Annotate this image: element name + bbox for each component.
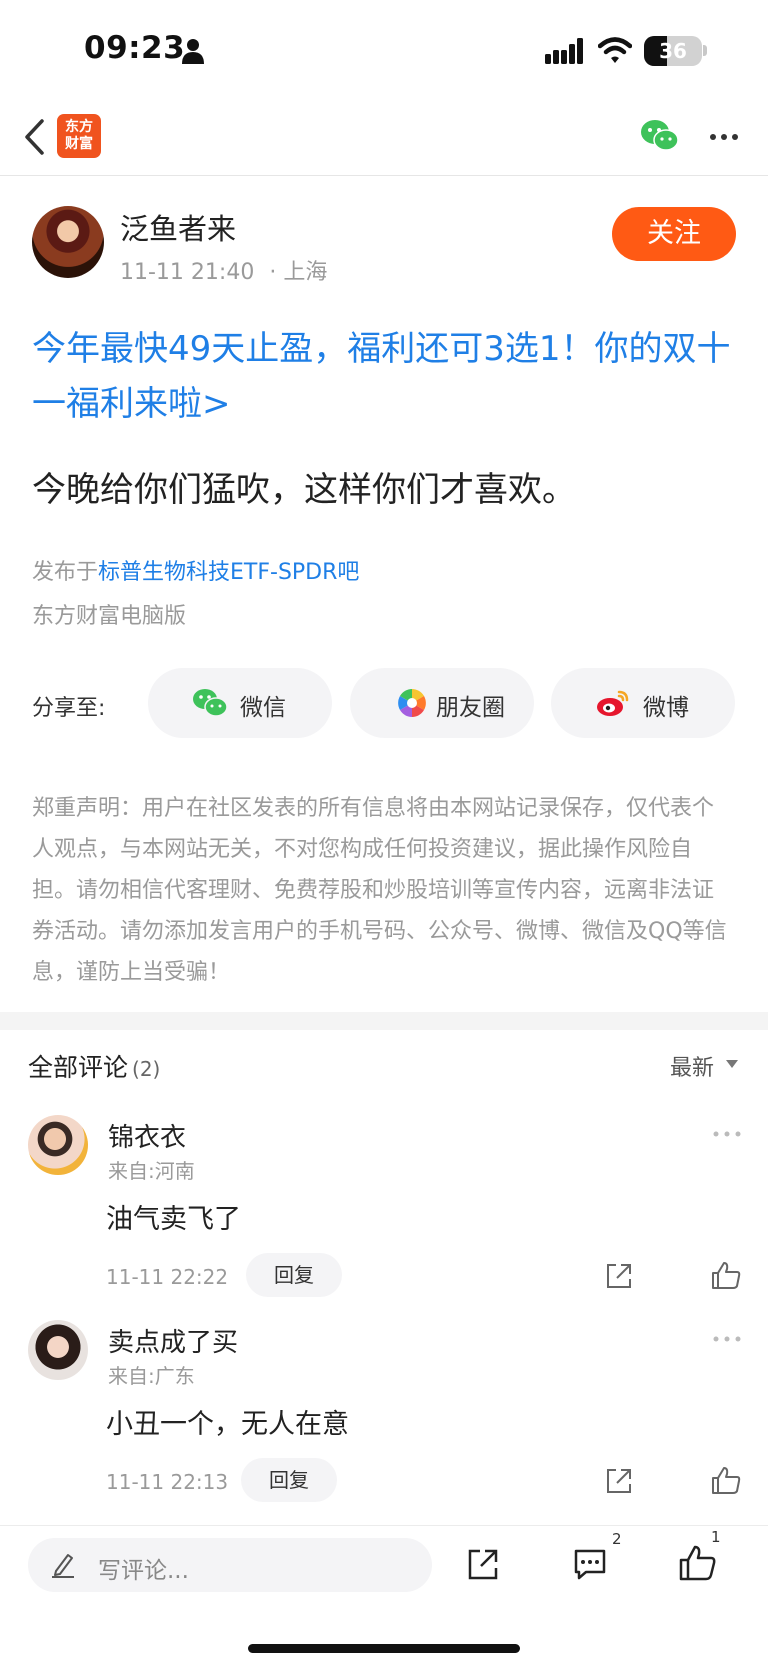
comment-text: 小丑一个，无人在意	[106, 1409, 349, 1440]
post-meta: 11-11 21:40 · 上海	[120, 254, 327, 286]
battery-indicator: 36	[644, 36, 702, 66]
share-wechat-label: 微信	[240, 695, 286, 721]
share-weibo-label: 微博	[643, 695, 689, 721]
bottom-action-bar: 写评论... 2 1	[0, 1525, 768, 1667]
wechat-icon	[193, 689, 228, 717]
more-options-icon[interactable]	[712, 1334, 742, 1344]
like-count-badge: 1	[711, 1528, 721, 1546]
more-options-icon[interactable]	[708, 122, 740, 152]
thumbs-up-icon[interactable]	[678, 1542, 716, 1582]
post-datetime: 11-11 21:40	[120, 260, 255, 285]
author-name[interactable]: 泛鱼者来	[120, 206, 236, 248]
share-weibo-button[interactable]: 微博	[551, 668, 735, 738]
comments-count: (2)	[132, 1057, 161, 1081]
caret-down-icon[interactable]	[726, 1060, 738, 1068]
app-logo: 东方 财富	[57, 114, 101, 158]
sort-dropdown[interactable]: 最新	[670, 1050, 714, 1082]
reply-button[interactable]: 回复	[241, 1458, 337, 1502]
post-content: 今晚给你们猛吹，这样你们才喜欢。	[32, 470, 576, 510]
comment-input[interactable]: 写评论...	[28, 1538, 432, 1592]
comment-time: 11-11 22:13	[106, 1470, 229, 1494]
thumbs-up-icon[interactable]	[710, 1464, 742, 1496]
follow-button[interactable]: 关注	[612, 207, 736, 261]
back-arrow-icon[interactable]	[22, 118, 48, 156]
comment-bubble-icon[interactable]	[572, 1546, 608, 1582]
commenter-avatar[interactable]	[28, 1320, 88, 1380]
reply-button[interactable]: 回复	[246, 1253, 342, 1297]
home-indicator	[248, 1644, 520, 1653]
wifi-icon	[598, 37, 632, 63]
comment-input-placeholder: 写评论...	[98, 1558, 189, 1584]
status-time: 09:23	[84, 30, 186, 66]
share-moments-label: 朋友圈	[436, 695, 505, 721]
navigation-bar: 东方 财富	[0, 100, 768, 176]
section-divider	[0, 1012, 768, 1030]
comment-item: 卖点成了买 来自:广东 小丑一个，无人在意 11-11 22:13 回复	[0, 1320, 768, 1510]
share-icon[interactable]	[604, 1466, 634, 1496]
battery-level: 36	[659, 39, 687, 63]
disclaimer-text: 郑重声明：用户在社区发表的所有信息将由本网站记录保存，仅代表个人观点，与本网站无…	[32, 796, 727, 985]
share-moments-button[interactable]: 朋友圈	[350, 668, 534, 738]
comment-time: 11-11 22:22	[106, 1265, 229, 1289]
comment-item: 锦衣衣 来自:河南 油气卖飞了 11-11 22:22 回复	[0, 1115, 768, 1305]
share-wechat-button[interactable]: 微信	[148, 668, 332, 738]
weibo-icon	[597, 690, 629, 716]
published-in: 发布于标普生物科技ETF-SPDR吧	[32, 560, 360, 585]
commenter-name[interactable]: 锦衣衣	[108, 1117, 186, 1154]
pencil-icon	[52, 1554, 74, 1578]
cellular-signal-icon	[545, 38, 583, 64]
comments-title: 全部评论	[28, 1053, 129, 1082]
forum-link[interactable]: 标普生物科技ETF-SPDR吧	[98, 560, 359, 585]
promo-headline-link[interactable]: 今年最快49天止盈，福利还可3选1！你的双十一福利来啦>	[32, 322, 732, 432]
post-location: · 上海	[269, 260, 328, 285]
comment-count-badge: 2	[612, 1530, 622, 1548]
commenter-name[interactable]: 卖点成了买	[108, 1322, 238, 1359]
comments-header: 全部评论 (2)	[28, 1048, 160, 1084]
thumbs-up-icon[interactable]	[710, 1259, 742, 1291]
person-icon	[182, 39, 204, 64]
share-icon[interactable]	[604, 1261, 634, 1291]
comment-text: 油气卖飞了	[106, 1204, 241, 1235]
status-bar: 09:23 36	[0, 0, 768, 100]
more-options-icon[interactable]	[712, 1129, 742, 1139]
commenter-location: 来自:广东	[108, 1364, 195, 1388]
commenter-location: 来自:河南	[108, 1159, 195, 1183]
post-client: 东方财富电脑版	[32, 604, 187, 629]
wechat-share-icon[interactable]	[640, 118, 680, 154]
commenter-avatar[interactable]	[28, 1115, 88, 1175]
share-icon[interactable]	[466, 1546, 500, 1582]
share-label: 分享至:	[32, 696, 106, 721]
moments-icon	[398, 689, 426, 717]
author-avatar[interactable]	[32, 206, 104, 278]
